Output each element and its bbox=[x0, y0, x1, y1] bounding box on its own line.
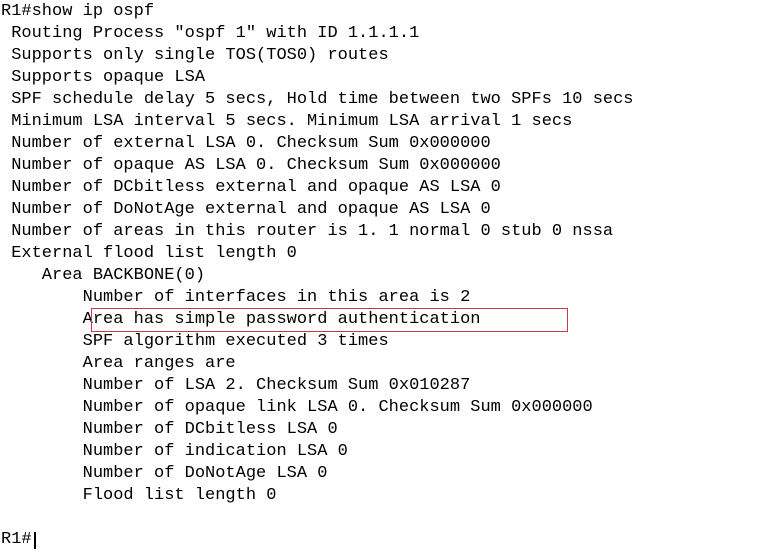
terminal-line: Supports opaque LSA bbox=[1, 68, 206, 87]
terminal-line: SPF schedule delay 5 secs, Hold time bet… bbox=[1, 90, 634, 109]
terminal-line: Routing Process "ospf 1" with ID 1.1.1.1 bbox=[1, 24, 420, 43]
terminal-line: Number of opaque link LSA 0. Checksum Su… bbox=[1, 398, 593, 417]
terminal-line: Number of areas in this router is 1. 1 n… bbox=[1, 222, 614, 241]
terminal-line: Number of external LSA 0. Checksum Sum 0… bbox=[1, 134, 491, 153]
terminal-output: R1#show ip ospf Routing Process "ospf 1"… bbox=[1, 1, 634, 551]
terminal-line: Number of DCbitless external and opaque … bbox=[1, 178, 501, 197]
terminal-line: R1# bbox=[1, 530, 32, 549]
terminal-line: Number of LSA 2. Checksum Sum 0x010287 bbox=[1, 376, 471, 395]
terminal-line: Area BACKBONE(0) bbox=[1, 266, 206, 285]
terminal-line: Number of DCbitless LSA 0 bbox=[1, 420, 338, 439]
terminal-line: SPF algorithm executed 3 times bbox=[1, 332, 389, 351]
terminal-line: External flood list length 0 bbox=[1, 244, 297, 263]
terminal-line: Area ranges are bbox=[1, 354, 236, 373]
terminal-line: Number of interfaces in this area is 2 bbox=[1, 288, 471, 307]
terminal-line: Number of DoNotAge external and opaque A… bbox=[1, 200, 491, 219]
terminal-line: Number of opaque AS LSA 0. Checksum Sum … bbox=[1, 156, 501, 175]
terminal-line: Number of DoNotAge LSA 0 bbox=[1, 464, 328, 483]
terminal-line: R1#show ip ospf bbox=[1, 2, 155, 21]
text-cursor bbox=[33, 532, 36, 549]
terminal-line: Supports only single TOS(TOS0) routes bbox=[1, 46, 389, 65]
terminal-line: Minimum LSA interval 5 secs. Minimum LSA… bbox=[1, 112, 573, 131]
terminal-line: Flood list length 0 bbox=[1, 486, 277, 505]
terminal-line: Number of indication LSA 0 bbox=[1, 442, 348, 461]
terminal-window: R1#show ip ospf Routing Process "ospf 1"… bbox=[0, 0, 780, 553]
terminal-line: Area has simple password authentication bbox=[1, 310, 481, 329]
